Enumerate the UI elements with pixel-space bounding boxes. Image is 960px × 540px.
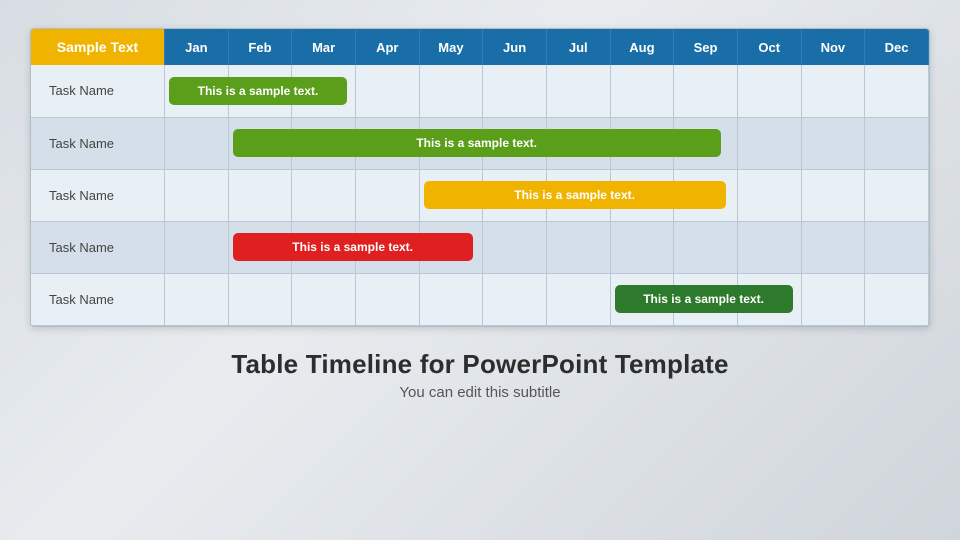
gantt-cell (674, 117, 738, 169)
footer-title: Table Timeline for PowerPoint Template (231, 349, 728, 380)
gantt-cell (865, 169, 929, 221)
gantt-cell: This is a sample text. (228, 117, 292, 169)
gantt-cell (355, 117, 419, 169)
gantt-cell (292, 221, 356, 273)
gantt-cell (801, 273, 865, 325)
gantt-cell (164, 169, 228, 221)
table-row: Task NameThis is a sample text. (31, 65, 929, 117)
header-month: Nov (801, 29, 865, 65)
table-row: Task Name This is a sample text. (31, 117, 929, 169)
gantt-cell (801, 65, 865, 117)
gantt-cell (483, 65, 547, 117)
gantt-cell (419, 273, 483, 325)
gantt-cell: This is a sample text. (228, 221, 292, 273)
gantt-cell (674, 273, 738, 325)
gantt-cell (546, 273, 610, 325)
gantt-cell (865, 65, 929, 117)
gantt-cell (292, 65, 356, 117)
gantt-cell (737, 221, 801, 273)
gantt-cell: This is a sample text. (419, 169, 483, 221)
task-label: Task Name (31, 65, 164, 117)
gantt-cell (610, 117, 674, 169)
header-month: Jun (483, 29, 547, 65)
gantt-cell (164, 221, 228, 273)
gantt-cell (737, 65, 801, 117)
header-month: Aug (610, 29, 674, 65)
gantt-cell (610, 221, 674, 273)
gantt-cell (483, 273, 547, 325)
gantt-table-container: Sample Text JanFebMarAprMayJunJulAugSepO… (30, 28, 930, 327)
header-month: May (419, 29, 483, 65)
task-label: Task Name (31, 221, 164, 273)
header-month: Sep (674, 29, 738, 65)
header-month: Mar (292, 29, 356, 65)
gantt-cell (737, 169, 801, 221)
gantt-table: Sample Text JanFebMarAprMayJunJulAugSepO… (31, 29, 929, 326)
header-month: Jul (546, 29, 610, 65)
gantt-cell (674, 169, 738, 221)
table-row: Task Name This is a sample text. (31, 221, 929, 273)
gantt-cell (355, 221, 419, 273)
gantt-cell (164, 273, 228, 325)
gantt-cell (228, 273, 292, 325)
gantt-cell (292, 273, 356, 325)
gantt-cell (546, 65, 610, 117)
gantt-cell (737, 117, 801, 169)
gantt-cell: This is a sample text. (164, 65, 228, 117)
header-label: Sample Text (31, 29, 164, 65)
gantt-cell (355, 169, 419, 221)
header-month: Apr (355, 29, 419, 65)
header-month: Dec (865, 29, 929, 65)
gantt-cell (674, 65, 738, 117)
gantt-cell (419, 65, 483, 117)
gantt-cell (801, 169, 865, 221)
gantt-cell (610, 169, 674, 221)
gantt-cell (419, 221, 483, 273)
gantt-cell (546, 169, 610, 221)
gantt-cell (292, 117, 356, 169)
gantt-cell (610, 65, 674, 117)
footer: Table Timeline for PowerPoint Template Y… (231, 349, 728, 401)
header-row: Sample Text JanFebMarAprMayJunJulAugSepO… (31, 29, 929, 65)
gantt-cell (546, 117, 610, 169)
task-label: Task Name (31, 273, 164, 325)
gantt-cell (865, 221, 929, 273)
header-month: Oct (737, 29, 801, 65)
gantt-cell (483, 169, 547, 221)
gantt-cell (228, 169, 292, 221)
table-row: Task Name This is a sample text. (31, 169, 929, 221)
task-label: Task Name (31, 117, 164, 169)
gantt-cell: This is a sample text. (610, 273, 674, 325)
gantt-cell (737, 273, 801, 325)
task-label: Task Name (31, 169, 164, 221)
gantt-cell (674, 221, 738, 273)
gantt-cell (164, 117, 228, 169)
gantt-cell (355, 273, 419, 325)
gantt-cell (546, 221, 610, 273)
gantt-cell (355, 65, 419, 117)
gantt-cell (865, 273, 929, 325)
gantt-cell (483, 221, 547, 273)
header-month: Jan (164, 29, 228, 65)
header-month: Feb (228, 29, 292, 65)
gantt-cell (801, 221, 865, 273)
gantt-cell (801, 117, 865, 169)
gantt-cell (483, 117, 547, 169)
gantt-cell (228, 65, 292, 117)
gantt-cell (419, 117, 483, 169)
gantt-cell (865, 117, 929, 169)
footer-subtitle: You can edit this subtitle (231, 384, 728, 401)
table-row: Task Name This is a sample text. (31, 273, 929, 325)
gantt-cell (292, 169, 356, 221)
